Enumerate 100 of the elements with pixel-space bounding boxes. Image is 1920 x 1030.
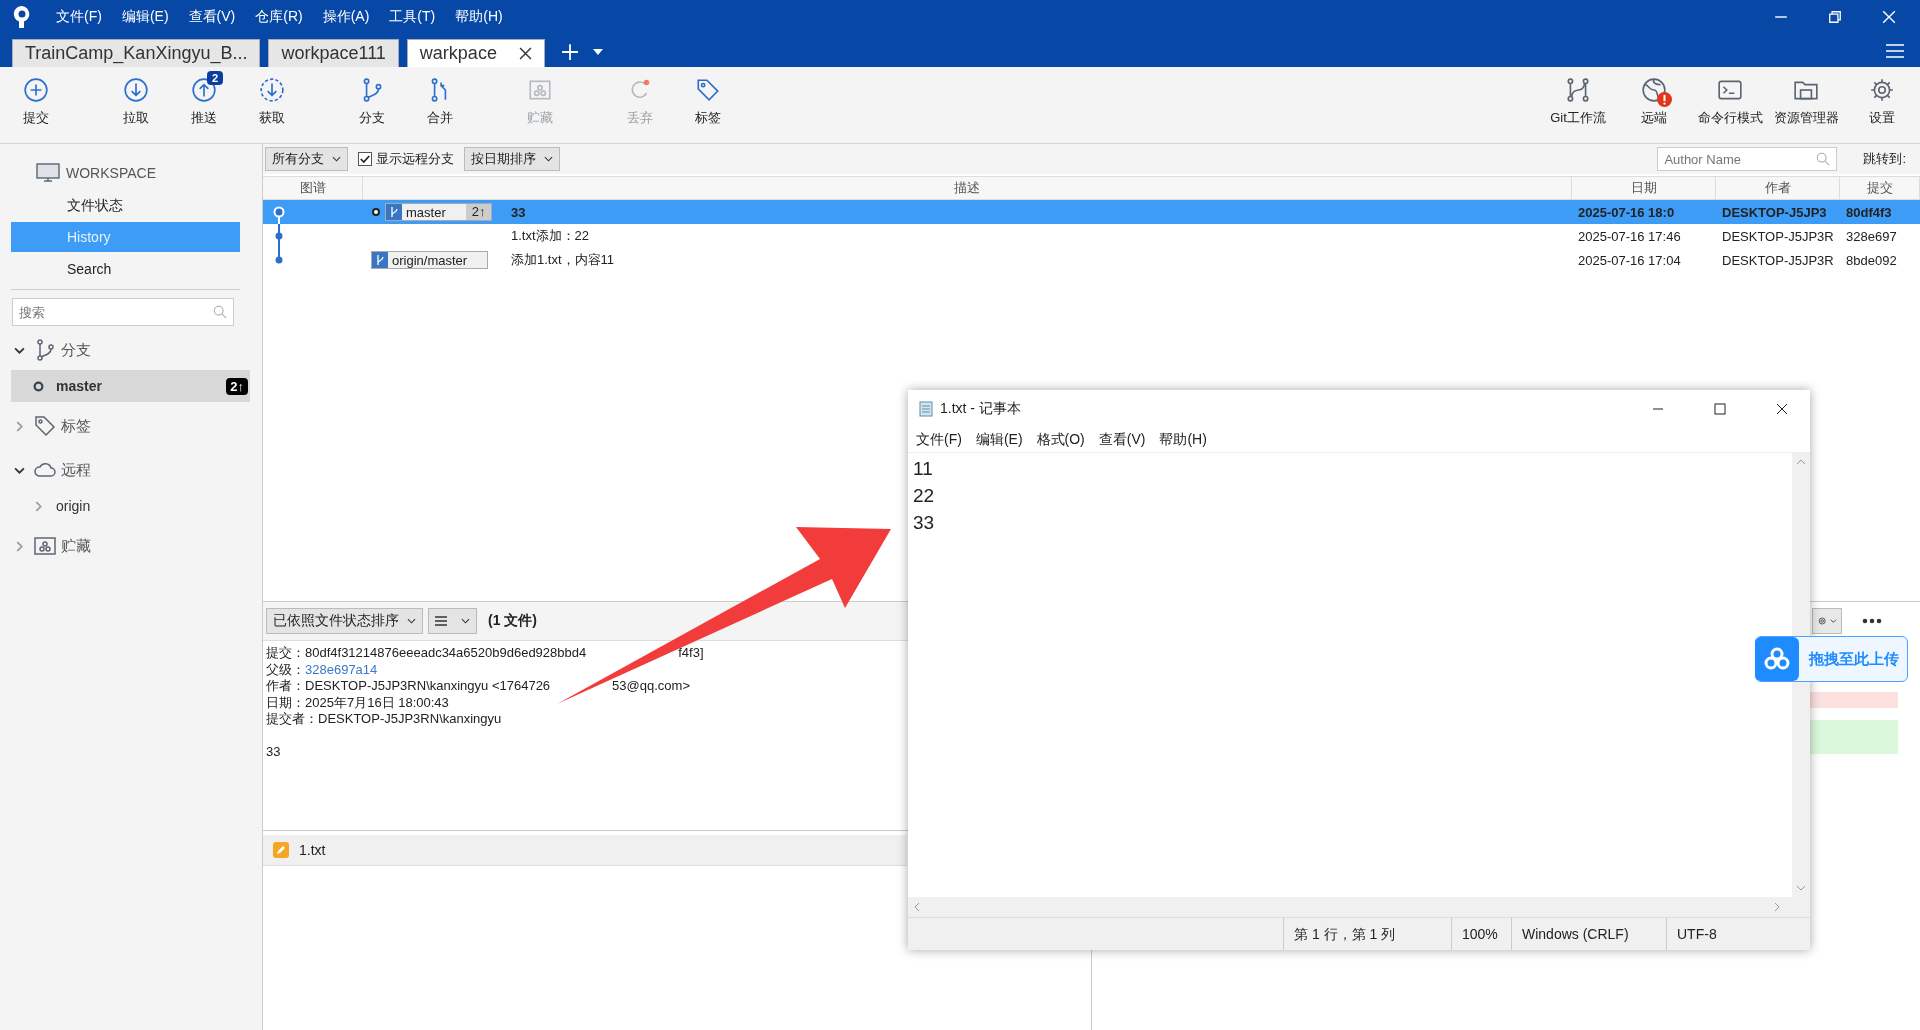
workspace-title: WORKSPACE xyxy=(66,165,156,181)
menu-item[interactable]: 文件(F) xyxy=(916,431,962,449)
tree-item[interactable]: master 2↑ xyxy=(11,370,250,402)
menu-item[interactable]: 操作(A) xyxy=(322,8,370,26)
text-line: 22 xyxy=(913,484,936,508)
stash-icon xyxy=(33,534,57,558)
add-tab-icon[interactable] xyxy=(560,43,579,61)
toolbar-button[interactable]: 资源管理器 xyxy=(1768,67,1844,127)
toolbar-button[interactable]: 远端 xyxy=(1616,67,1692,127)
tree-section[interactable]: 标签 xyxy=(0,406,262,446)
commit-message: 1.txt添加：22 xyxy=(511,227,590,245)
notepad-icon xyxy=(918,401,934,417)
sidebar-item[interactable]: Search xyxy=(11,254,240,284)
menu-item[interactable]: 编辑(E) xyxy=(121,8,169,26)
jump-to-label: 跳转到: xyxy=(1863,150,1906,168)
toolbar-button[interactable]: 标签 xyxy=(674,67,742,127)
sort-select[interactable]: 按日期排序 xyxy=(464,147,560,171)
maximize-icon[interactable] xyxy=(1714,403,1726,415)
parent-commit-link[interactable]: 328e697a14 xyxy=(305,661,378,677)
settings-dropdown[interactable] xyxy=(1812,608,1842,634)
tree-item[interactable]: origin xyxy=(11,490,250,522)
file-sort-select[interactable]: 已依照文件状态排序 xyxy=(266,608,423,634)
menu-item[interactable]: 仓库(R) xyxy=(255,8,303,26)
tree-item-label: master xyxy=(56,378,103,394)
commit-hash: 328e697 xyxy=(1845,228,1898,244)
file-row[interactable]: 1.txt xyxy=(263,835,907,866)
current-branch-icon xyxy=(33,380,44,392)
commit-hash: 80df4f3 xyxy=(1845,204,1893,220)
menu-item[interactable]: 编辑(E) xyxy=(975,431,1023,449)
view-mode-select[interactable] xyxy=(428,608,477,634)
tree-section[interactable]: 远程 xyxy=(0,450,262,490)
branch-filter-select[interactable]: 所有分支 xyxy=(265,147,348,171)
workflow-icon xyxy=(1565,77,1591,103)
chevron-right-icon[interactable] xyxy=(33,500,44,512)
commit-date: 2025-07-16 18:0 xyxy=(1577,204,1676,220)
count-badge: 2 xyxy=(207,71,224,85)
author-search-field[interactable]: Author Name xyxy=(1657,147,1838,171)
close-tab-icon[interactable] xyxy=(518,47,532,60)
column-header[interactable]: 描述 xyxy=(363,177,1572,199)
file-count: (1 文件) xyxy=(488,612,537,630)
repo-tab[interactable]: TrainCamp_KanXingyu_B... xyxy=(12,39,261,67)
plus-circle-icon xyxy=(23,77,49,103)
toolbar-button[interactable]: 合并 xyxy=(406,67,474,127)
commit-date: 2025-07-16 17:04 xyxy=(1577,252,1682,268)
column-header[interactable]: 提交 xyxy=(1840,177,1920,199)
repo-tab[interactable]: workpace111 xyxy=(268,39,399,67)
close-icon[interactable] xyxy=(1776,403,1788,415)
search-icon xyxy=(213,305,227,319)
toolbar-button[interactable]: Git工作流 xyxy=(1540,67,1616,127)
toolbar-button[interactable]: 设置 xyxy=(1844,67,1920,127)
repo-tab[interactable]: warkpace xyxy=(406,39,545,67)
branch-label[interactable]: origin/master xyxy=(371,251,489,269)
menu-item[interactable]: 帮助(H) xyxy=(455,8,503,26)
commit-message: 33 xyxy=(511,204,526,220)
column-header[interactable]: 作者 xyxy=(1716,177,1840,199)
sidebar-item[interactable]: 文件状态 xyxy=(11,190,240,220)
search-field[interactable]: 搜索 xyxy=(12,298,234,326)
commit-date: 2025-07-16 17:46 xyxy=(1577,228,1682,244)
menu-item[interactable]: 格式(O) xyxy=(1036,431,1085,449)
file-name: 1.txt xyxy=(299,842,326,858)
search-icon xyxy=(1816,152,1831,166)
column-header[interactable]: 图谱 xyxy=(263,177,363,199)
monitor-icon xyxy=(36,163,60,183)
branch-label[interactable]: master 2↑ xyxy=(385,203,493,221)
commit-row[interactable]: 1.txt添加：22 2025-07-16 17:46 DESKTOP-J5JP3R 328e697 xyxy=(263,224,1920,248)
toolbar-button[interactable]: 命令行模式 xyxy=(1692,67,1768,127)
tree-section[interactable]: 分支 xyxy=(0,330,262,370)
menu-icon[interactable] xyxy=(1886,44,1904,58)
commit-author: DESKTOP-J5JP3R xyxy=(1721,252,1835,268)
toolbar-button[interactable]: 获取 xyxy=(238,67,306,127)
down-arrow-circle-icon xyxy=(123,77,149,103)
chevron-down-icon xyxy=(407,618,416,624)
chevron-down-icon xyxy=(461,618,470,624)
toolbar-button[interactable]: 分支 xyxy=(338,67,406,127)
tag-icon xyxy=(695,77,721,103)
branch-icon xyxy=(372,252,388,268)
more-icon[interactable] xyxy=(1862,618,1882,624)
settings-icon xyxy=(1869,77,1895,103)
checkbox[interactable] xyxy=(358,152,372,166)
menu-item[interactable]: 文件(F) xyxy=(56,8,102,26)
show-remote-checkbox[interactable]: 显示远程分支 xyxy=(358,150,454,168)
commit-row[interactable]: origin/master 添加1.txt，内容11 2025-07-16 17:04 DESKTOP-J5JP3R 8bde092 xyxy=(263,248,1920,272)
menu-item[interactable]: 查看(V) xyxy=(188,8,236,26)
toolbar-button[interactable]: 2 推送 xyxy=(170,67,238,127)
commit-body: 33 xyxy=(266,743,282,760)
dropdown-caret-icon[interactable] xyxy=(592,49,603,55)
menu-item[interactable]: 工具(T) xyxy=(389,8,436,26)
tree-section[interactable]: 贮藏 xyxy=(0,526,262,566)
menu-item[interactable]: 帮助(H) xyxy=(1159,431,1207,449)
chevron-right-icon[interactable] xyxy=(14,540,25,552)
ahead-count-badge: 2↑ xyxy=(226,377,248,395)
toolbar-button[interactable]: 提交 xyxy=(2,67,70,127)
text-line: 33 xyxy=(913,511,936,535)
toolbar-button[interactable]: 拉取 xyxy=(102,67,170,127)
checkmark-icon xyxy=(359,153,371,165)
restore-icon[interactable] xyxy=(1828,10,1842,24)
column-header[interactable]: 日期 xyxy=(1572,177,1716,199)
menu-item[interactable]: 查看(V) xyxy=(1098,431,1146,449)
chevron-right-icon[interactable] xyxy=(14,420,25,432)
commit-row[interactable]: master 2↑ 33 2025-07-16 18:0 DESKTOP-J5JP3 80df4f3 xyxy=(263,200,1920,224)
